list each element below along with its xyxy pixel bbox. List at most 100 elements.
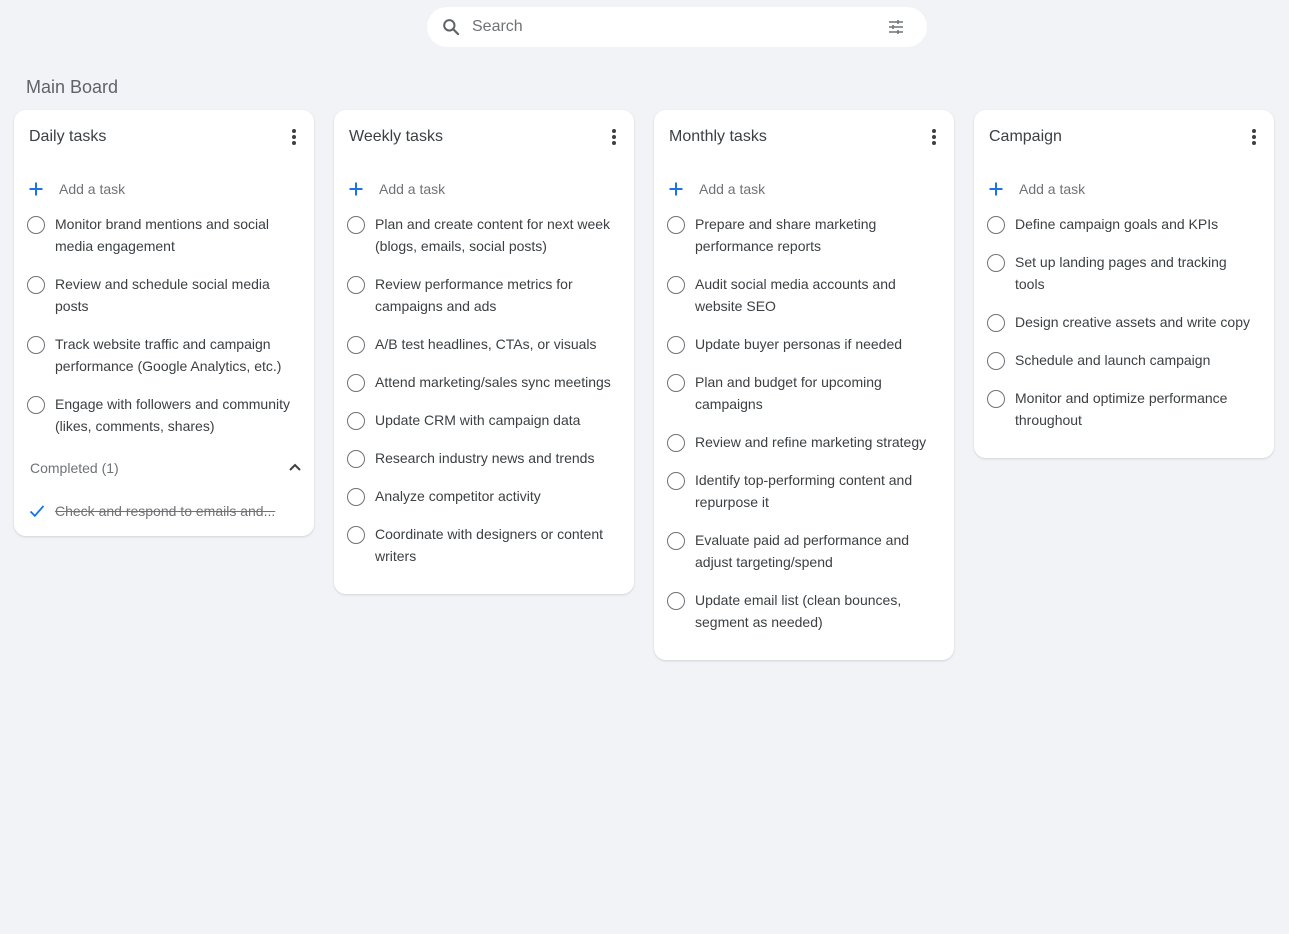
task-item: Coordinate with designers or content wri…	[334, 524, 634, 567]
task-checkbox[interactable]	[987, 390, 1005, 408]
more-vert-icon[interactable]	[602, 125, 626, 149]
task-title[interactable]: Engage with followers and community (lik…	[55, 393, 294, 437]
search-icon[interactable]	[441, 17, 461, 37]
task-title[interactable]: Review performance metrics for campaigns…	[375, 273, 614, 317]
list-title: Daily tasks	[29, 128, 107, 145]
task-title[interactable]: Prepare and share marketing performance …	[695, 213, 934, 257]
task-item: Plan and budget for upcoming campaigns	[654, 372, 954, 415]
task-checkbox[interactable]	[667, 336, 685, 354]
task-title[interactable]: Identify top-performing content and repu…	[695, 469, 934, 513]
task-checkbox[interactable]	[667, 276, 685, 294]
task-title[interactable]: A/B test headlines, CTAs, or visuals	[375, 333, 597, 355]
task-checkbox[interactable]	[347, 450, 365, 468]
more-vert-icon[interactable]	[1242, 125, 1266, 149]
task-title[interactable]: Audit social media accounts and website …	[695, 273, 934, 317]
task-item: Plan and create content for next week (b…	[334, 214, 634, 257]
task-title[interactable]: Attend marketing/sales sync meetings	[375, 371, 611, 393]
add-task-button[interactable]: Add a task	[654, 164, 954, 214]
task-checkbox[interactable]	[27, 336, 45, 354]
task-title[interactable]: Review and schedule social media posts	[55, 273, 294, 317]
task-item: Attend marketing/sales sync meetings	[334, 372, 634, 393]
task-title[interactable]: Plan and create content for next week (b…	[375, 213, 614, 257]
task-checkbox[interactable]	[667, 532, 685, 550]
task-checkbox[interactable]	[347, 216, 365, 234]
task-title[interactable]: Define campaign goals and KPIs	[1015, 213, 1218, 235]
task-item: Identify top-performing content and repu…	[654, 470, 954, 513]
task-title[interactable]: Update buyer personas if needed	[695, 333, 902, 355]
task-title[interactable]: Set up landing pages and tracking tools	[1015, 251, 1254, 295]
plus-icon	[668, 181, 684, 197]
list-header: Campaign	[974, 110, 1274, 164]
task-item: Update buyer personas if needed	[654, 334, 954, 355]
task-item: Evaluate paid ad performance and adjust …	[654, 530, 954, 573]
task-title[interactable]: Plan and budget for upcoming campaigns	[695, 371, 934, 415]
task-item: Analyze competitor activity	[334, 486, 634, 507]
list-title: Weekly tasks	[349, 128, 443, 145]
check-icon[interactable]	[28, 502, 46, 520]
task-item: Schedule and launch campaign	[974, 350, 1274, 371]
plus-icon	[348, 181, 364, 197]
task-checkbox[interactable]	[347, 412, 365, 430]
task-checkbox[interactable]	[667, 472, 685, 490]
task-checkbox[interactable]	[987, 352, 1005, 370]
list-header: Weekly tasks	[334, 110, 634, 164]
task-item: Research industry news and trends	[334, 448, 634, 469]
task-title[interactable]: Evaluate paid ad performance and adjust …	[695, 529, 934, 573]
more-vert-icon[interactable]	[282, 125, 306, 149]
task-checkbox[interactable]	[27, 396, 45, 414]
task-item: Prepare and share marketing performance …	[654, 214, 954, 257]
plus-icon	[988, 181, 1004, 197]
task-checkbox[interactable]	[347, 488, 365, 506]
add-task-label: Add a task	[379, 181, 446, 197]
task-title[interactable]: Coordinate with designers or content wri…	[375, 523, 614, 567]
task-title[interactable]: Monitor brand mentions and social media …	[55, 213, 294, 257]
task-checkbox[interactable]	[347, 526, 365, 544]
task-checkbox[interactable]	[27, 216, 45, 234]
task-title[interactable]: Monitor and optimize performance through…	[1015, 387, 1254, 431]
task-item: Track website traffic and campaign perfo…	[14, 334, 314, 377]
task-list: Campaign Add a task Define campaign goals …	[974, 110, 1274, 458]
task-item: Set up landing pages and tracking tools	[974, 252, 1274, 295]
add-task-button[interactable]: Add a task	[334, 164, 634, 214]
task-checkbox[interactable]	[347, 336, 365, 354]
completed-task-title[interactable]: Check and respond to emails and...	[55, 503, 277, 519]
task-title[interactable]: Design creative assets and write copy	[1015, 311, 1250, 333]
task-title[interactable]: Schedule and launch campaign	[1015, 349, 1210, 371]
task-title[interactable]: Update CRM with campaign data	[375, 409, 580, 431]
add-task-label: Add a task	[699, 181, 766, 197]
chevron-up-icon[interactable]	[288, 459, 302, 477]
task-checkbox[interactable]	[27, 276, 45, 294]
task-checkbox[interactable]	[667, 592, 685, 610]
task-list: Daily tasks Add a task Monitor brand menti…	[14, 110, 314, 536]
task-checkbox[interactable]	[667, 216, 685, 234]
task-title[interactable]: Update email list (clean bounces, segmen…	[695, 589, 934, 633]
task-title[interactable]: Review and refine marketing strategy	[695, 431, 926, 453]
add-task-label: Add a task	[59, 181, 126, 197]
add-task-button[interactable]: Add a task	[14, 164, 314, 214]
add-task-label: Add a task	[1019, 181, 1086, 197]
task-checkbox[interactable]	[987, 314, 1005, 332]
task-checkbox[interactable]	[347, 374, 365, 392]
completed-section-toggle[interactable]: Completed (1)	[14, 454, 314, 482]
task-item: Monitor brand mentions and social media …	[14, 214, 314, 257]
task-checkbox[interactable]	[987, 216, 1005, 234]
task-title[interactable]: Research industry news and trends	[375, 447, 594, 469]
task-item: Audit social media accounts and website …	[654, 274, 954, 317]
completed-task-item: Check and respond to emails and...	[14, 496, 314, 526]
task-item: Review performance metrics for campaigns…	[334, 274, 634, 317]
task-checkbox[interactable]	[667, 374, 685, 392]
completed-label: Completed (1)	[30, 460, 119, 476]
tune-icon[interactable]	[887, 18, 905, 36]
search-bar[interactable]	[427, 7, 927, 47]
search-input[interactable]	[472, 18, 887, 36]
add-task-button[interactable]: Add a task	[974, 164, 1274, 214]
task-checkbox[interactable]	[987, 254, 1005, 272]
task-title[interactable]: Analyze competitor activity	[375, 485, 541, 507]
task-checkbox[interactable]	[347, 276, 365, 294]
task-checkbox[interactable]	[667, 434, 685, 452]
task-item: Engage with followers and community (lik…	[14, 394, 314, 437]
task-item: A/B test headlines, CTAs, or visuals	[334, 334, 634, 355]
more-vert-icon[interactable]	[922, 125, 946, 149]
task-item: Update email list (clean bounces, segmen…	[654, 590, 954, 633]
task-title[interactable]: Track website traffic and campaign perfo…	[55, 333, 294, 377]
